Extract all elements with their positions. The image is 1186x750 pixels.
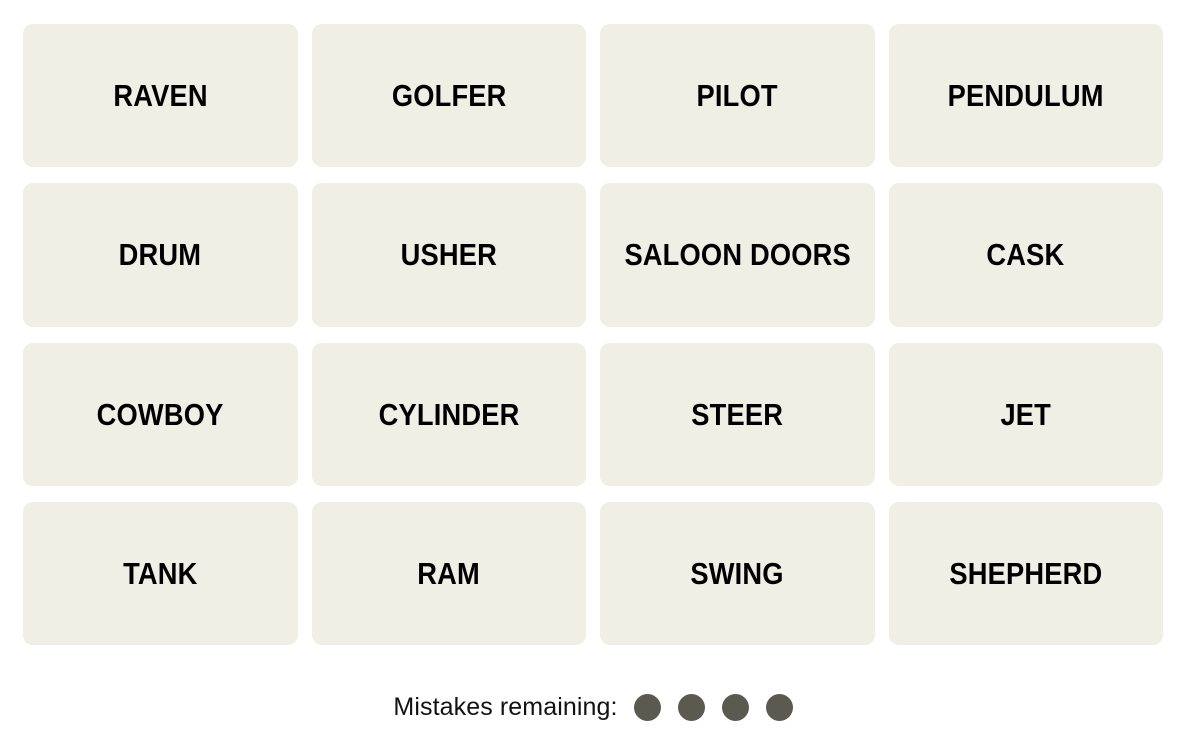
mistake-dot (677, 693, 705, 721)
word-tile[interactable]: CASK (888, 183, 1163, 327)
word-tile[interactable]: SALOON DOORS (600, 183, 875, 327)
word-tile-label: PENDULUM (947, 78, 1104, 114)
word-tile[interactable]: TANK (23, 501, 298, 645)
word-tile[interactable]: PILOT (600, 24, 875, 168)
word-tile[interactable]: USHER (311, 183, 586, 327)
word-tile[interactable]: COWBOY (23, 342, 298, 486)
word-tile-label: SALOON DOORS (624, 237, 851, 273)
word-tile[interactable]: GOLFER (311, 24, 586, 168)
word-tile[interactable]: CYLINDER (311, 342, 586, 486)
word-grid: RAVEN GOLFER PILOT PENDULUM DRUM USHER S… (23, 24, 1163, 645)
word-tile-label: COWBOY (96, 396, 224, 432)
word-tile-label: RAVEN (113, 78, 208, 114)
mistakes-remaining-bar: Mistakes remaining: (0, 684, 1186, 730)
mistake-dot (633, 693, 661, 721)
word-tile[interactable]: RAM (311, 501, 586, 645)
mistake-dot (765, 693, 793, 721)
word-tile-label: CYLINDER (378, 396, 520, 432)
word-tile-label: CASK (986, 237, 1065, 273)
connections-game: RAVEN GOLFER PILOT PENDULUM DRUM USHER S… (0, 0, 1186, 750)
word-tile[interactable]: RAVEN (23, 24, 298, 168)
mistake-dot (721, 693, 749, 721)
word-tile-label: TANK (123, 555, 198, 591)
word-tile[interactable]: SHEPHERD (888, 501, 1163, 645)
word-tile-label: STEER (691, 396, 784, 432)
word-tile-label: GOLFER (391, 78, 507, 114)
word-tile-label: SHEPHERD (949, 555, 1103, 591)
word-tile[interactable]: SWING (600, 501, 875, 645)
word-tile[interactable]: PENDULUM (888, 24, 1163, 168)
word-tile-label: SWING (690, 555, 784, 591)
word-tile-label: PILOT (696, 78, 778, 114)
word-tile-label: JET (1000, 396, 1052, 432)
word-tile[interactable]: JET (888, 342, 1163, 486)
word-tile-label: DRUM (118, 237, 202, 273)
word-tile[interactable]: DRUM (23, 183, 298, 327)
word-tile[interactable]: STEER (600, 342, 875, 486)
mistakes-dots (633, 693, 793, 721)
mistakes-remaining-label: Mistakes remaining: (393, 692, 618, 721)
word-tile-label: RAM (417, 555, 481, 591)
word-tile-label: USHER (400, 237, 497, 273)
